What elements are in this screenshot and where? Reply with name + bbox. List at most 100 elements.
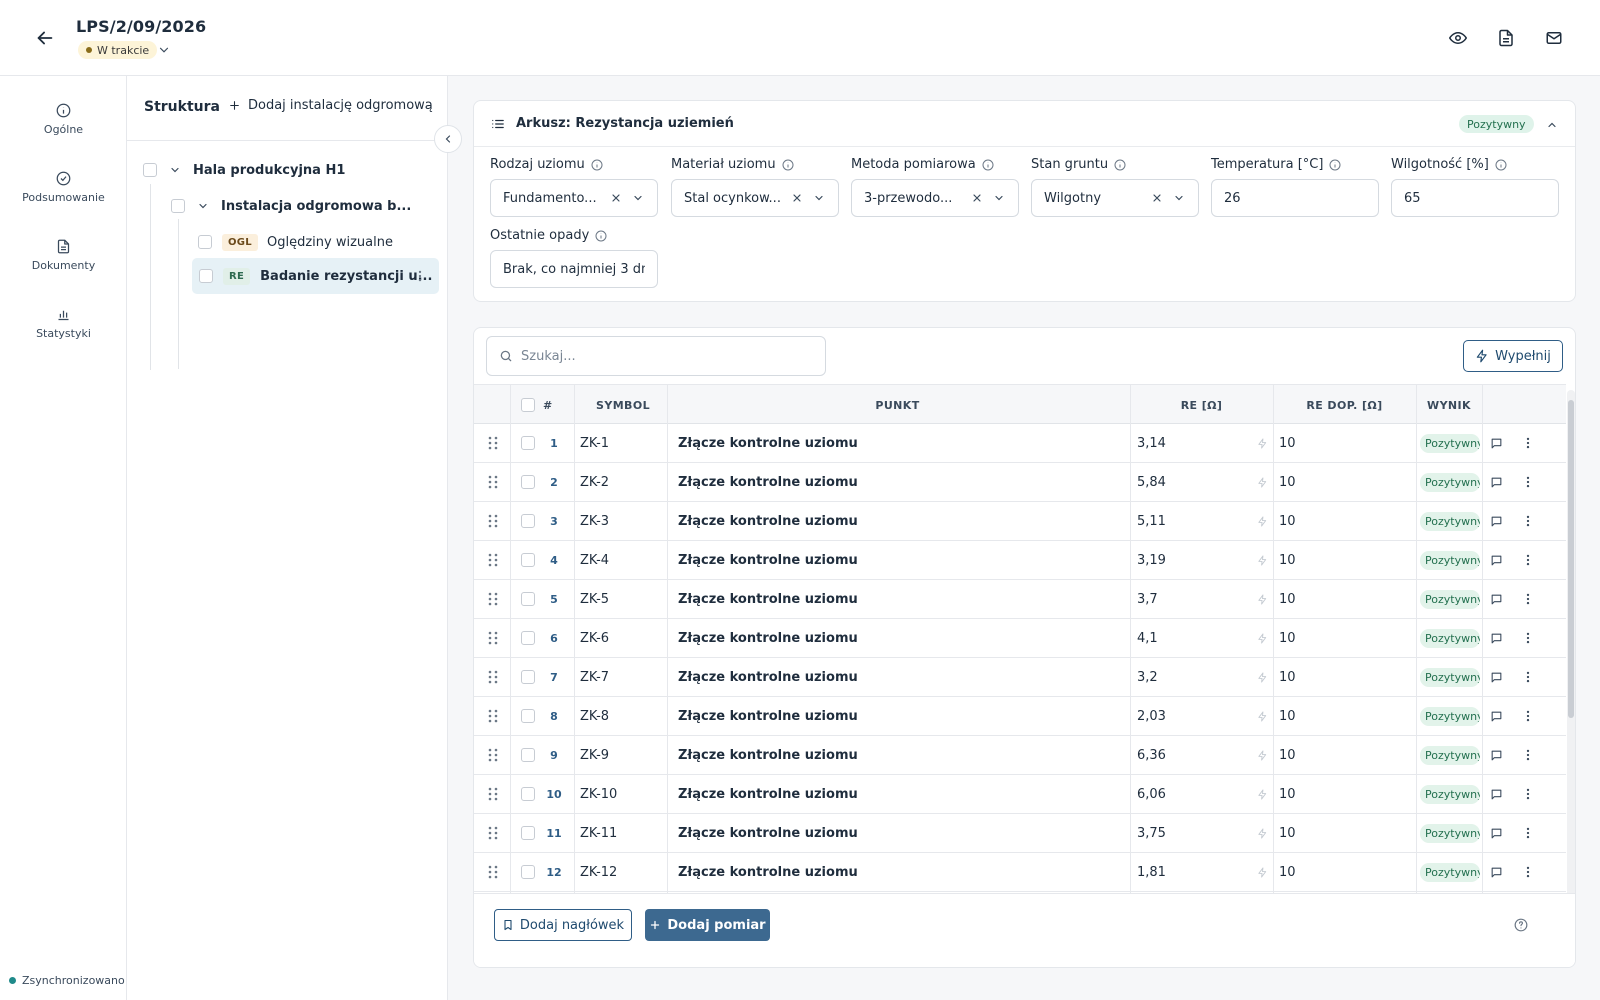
row-re-dop-value[interactable]: 10 bbox=[1279, 424, 1296, 463]
table-row[interactable]: 1 ZK-1 Złącze kontrolne uziomu 3,14 10 Pozyty… bbox=[474, 424, 1566, 463]
kebab-menu-icon[interactable] bbox=[1521, 709, 1535, 723]
row-re-value[interactable]: 5,11 bbox=[1137, 502, 1166, 541]
comment-icon[interactable] bbox=[1489, 670, 1503, 684]
help-icon[interactable] bbox=[1514, 918, 1528, 932]
lightning-icon[interactable] bbox=[1256, 476, 1268, 488]
checkbox[interactable] bbox=[143, 163, 157, 177]
row-symbol[interactable]: ZK-9 bbox=[580, 736, 609, 775]
chevron-down-icon[interactable] bbox=[196, 199, 210, 213]
collapse-panel-button[interactable] bbox=[434, 125, 462, 153]
clear-icon[interactable] bbox=[970, 191, 984, 205]
row-checkbox[interactable] bbox=[521, 514, 535, 528]
row-checkbox[interactable] bbox=[521, 709, 535, 723]
row-punkt[interactable]: Złącze kontrolne uziomu bbox=[678, 814, 858, 853]
select-all-checkbox[interactable] bbox=[521, 398, 535, 412]
comment-icon[interactable] bbox=[1489, 631, 1503, 645]
drag-handle-icon[interactable] bbox=[486, 670, 500, 684]
nav-item-podsumowanie[interactable]: Podsumowanie bbox=[0, 170, 127, 204]
kebab-menu-icon[interactable] bbox=[1521, 592, 1535, 606]
row-punkt[interactable]: Złącze kontrolne uziomu bbox=[678, 619, 858, 658]
row-re-dop-value[interactable]: 10 bbox=[1279, 502, 1296, 541]
row-checkbox[interactable] bbox=[521, 592, 535, 606]
material-uziomu-select[interactable]: Stal ocynkow... bbox=[671, 179, 839, 217]
row-symbol[interactable]: ZK-5 bbox=[580, 580, 609, 619]
row-re-dop-value[interactable]: 10 bbox=[1279, 463, 1296, 502]
row-punkt[interactable]: Złącze kontrolne uziomu bbox=[678, 424, 858, 463]
col-re-dop[interactable]: RE DOP. [Ω] bbox=[1273, 385, 1416, 425]
row-re-value[interactable]: 6,36 bbox=[1137, 736, 1166, 775]
table-row[interactable]: 5 ZK-5 Złącze kontrolne uziomu 3,7 10 Pozytyw… bbox=[474, 580, 1566, 619]
row-re-dop-value[interactable]: 10 bbox=[1279, 619, 1296, 658]
col-num[interactable]: # bbox=[543, 385, 553, 425]
drag-handle-icon[interactable] bbox=[486, 709, 500, 723]
row-re-dop-value[interactable]: 10 bbox=[1279, 775, 1296, 814]
row-symbol[interactable]: ZK-12 bbox=[580, 853, 617, 892]
nav-item-statystyki[interactable]: Statystyki bbox=[0, 306, 127, 340]
chevron-down-icon[interactable] bbox=[812, 191, 826, 205]
comment-icon[interactable] bbox=[1489, 865, 1503, 879]
comment-icon[interactable] bbox=[1489, 748, 1503, 762]
row-re-value[interactable]: 5,84 bbox=[1137, 463, 1166, 502]
row-symbol[interactable]: ZK-1 bbox=[580, 424, 609, 463]
nav-item-dokumenty[interactable]: Dokumenty bbox=[0, 238, 127, 272]
search-input[interactable]: Szukaj... bbox=[486, 336, 826, 376]
rodzaj-uziomu-select[interactable]: Fundamento... bbox=[490, 179, 658, 217]
table-row[interactable]: 10 ZK-10 Złącze kontrolne uziomu 6,06 10 Pozy… bbox=[474, 775, 1566, 814]
ostatnie-opady-input[interactable]: Brak, co najmniej 3 dn bbox=[490, 250, 658, 288]
info-icon[interactable] bbox=[591, 159, 603, 171]
row-checkbox[interactable] bbox=[521, 787, 535, 801]
lightning-icon[interactable] bbox=[1256, 866, 1268, 878]
comment-icon[interactable] bbox=[1489, 514, 1503, 528]
table-row[interactable]: 12 ZK-12 Złącze kontrolne uziomu 1,81 10 Pozy… bbox=[474, 853, 1566, 892]
info-icon[interactable] bbox=[982, 159, 994, 171]
lightning-icon[interactable] bbox=[1256, 632, 1268, 644]
add-installation-button[interactable]: Dodaj instalację odgromową bbox=[228, 98, 433, 113]
row-re-dop-value[interactable]: 10 bbox=[1279, 736, 1296, 775]
lightning-icon[interactable] bbox=[1256, 710, 1268, 722]
row-punkt[interactable]: Złącze kontrolne uziomu bbox=[678, 775, 858, 814]
row-re-dop-value[interactable]: 10 bbox=[1279, 658, 1296, 697]
lightning-icon[interactable] bbox=[1256, 554, 1268, 566]
row-punkt[interactable]: Złącze kontrolne uziomu bbox=[678, 502, 858, 541]
clear-icon[interactable] bbox=[790, 191, 804, 205]
temperatura-input[interactable]: 26 bbox=[1211, 179, 1379, 217]
kebab-menu-icon[interactable] bbox=[1521, 670, 1535, 684]
row-symbol[interactable]: ZK-11 bbox=[580, 814, 617, 853]
sheet-header[interactable]: Arkusz: Rezystancja uziemień Pozytywny bbox=[474, 101, 1575, 147]
mail-icon[interactable] bbox=[1544, 28, 1564, 48]
checkbox[interactable] bbox=[198, 235, 212, 249]
clear-icon[interactable] bbox=[609, 191, 623, 205]
row-punkt[interactable]: Złącze kontrolne uziomu bbox=[678, 736, 858, 775]
comment-icon[interactable] bbox=[1489, 826, 1503, 840]
row-punkt[interactable]: Złącze kontrolne uziomu bbox=[678, 541, 858, 580]
row-checkbox[interactable] bbox=[521, 826, 535, 840]
info-icon[interactable] bbox=[1329, 159, 1341, 171]
row-punkt[interactable]: Złącze kontrolne uziomu bbox=[678, 697, 858, 736]
chevron-down-icon[interactable] bbox=[1172, 191, 1186, 205]
back-arrow-icon[interactable] bbox=[34, 27, 56, 49]
row-re-value[interactable]: 3,2 bbox=[1137, 658, 1158, 697]
lightning-icon[interactable] bbox=[1256, 827, 1268, 839]
table-row[interactable]: 8 ZK-8 Złącze kontrolne uziomu 2,03 10 Pozyty… bbox=[474, 697, 1566, 736]
checkbox[interactable] bbox=[171, 199, 185, 213]
table-row[interactable]: 2 ZK-2 Złącze kontrolne uziomu 5,84 10 Pozyty… bbox=[474, 463, 1566, 502]
lightning-icon[interactable] bbox=[1256, 671, 1268, 683]
kebab-menu-icon[interactable] bbox=[1521, 631, 1535, 645]
table-row[interactable]: 9 ZK-9 Złącze kontrolne uziomu 6,36 10 Pozyty… bbox=[474, 736, 1566, 775]
chevron-up-icon[interactable] bbox=[1545, 118, 1559, 132]
fill-button[interactable]: Wypełnij bbox=[1463, 340, 1563, 372]
row-re-dop-value[interactable]: 10 bbox=[1279, 697, 1296, 736]
drag-handle-icon[interactable] bbox=[486, 514, 500, 528]
row-checkbox[interactable] bbox=[521, 475, 535, 489]
status-badge[interactable]: W trakcie bbox=[78, 41, 158, 59]
row-checkbox[interactable] bbox=[521, 670, 535, 684]
add-measurement-button[interactable]: Dodaj pomiar bbox=[645, 909, 770, 941]
table-row[interactable]: 6 ZK-6 Złącze kontrolne uziomu 4,1 10 Pozytyw… bbox=[474, 619, 1566, 658]
row-checkbox[interactable] bbox=[521, 631, 535, 645]
row-symbol[interactable]: ZK-4 bbox=[580, 541, 609, 580]
row-symbol[interactable]: ZK-8 bbox=[580, 697, 609, 736]
row-punkt[interactable]: Złącze kontrolne uziomu bbox=[678, 658, 858, 697]
row-re-value[interactable]: 3,7 bbox=[1137, 580, 1158, 619]
tree-item-re[interactable]: RE Badanie rezystancji u... bbox=[192, 258, 439, 294]
row-re-value[interactable]: 4,1 bbox=[1137, 619, 1158, 658]
